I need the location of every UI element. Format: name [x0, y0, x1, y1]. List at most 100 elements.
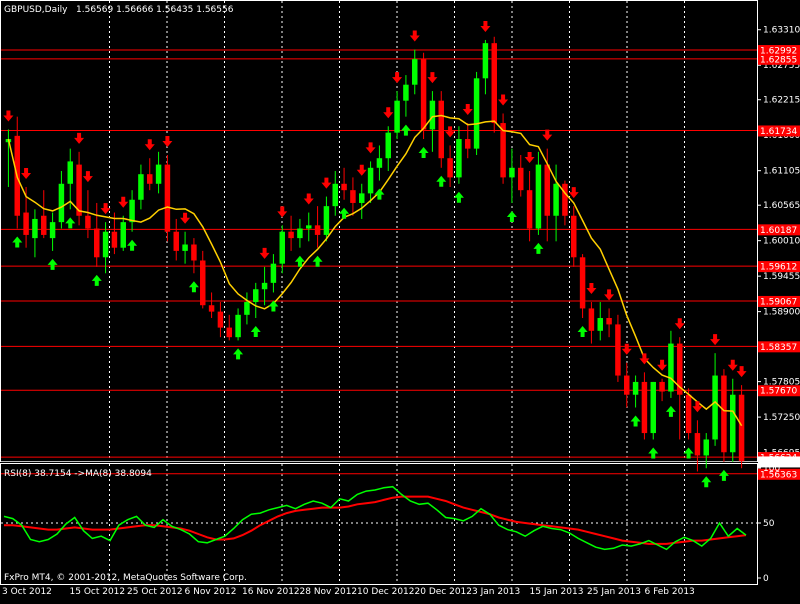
- candle-body: [270, 263, 277, 283]
- candle-body: [306, 225, 312, 229]
- level-label: 1.62855: [760, 55, 797, 65]
- candle-body: [58, 183, 65, 223]
- candle-body: [579, 257, 586, 309]
- time-tick-label: 3 Jan 2013: [472, 587, 520, 597]
- candle-body: [632, 381, 639, 395]
- candle-body: [49, 222, 56, 239]
- candle-body: [473, 78, 480, 149]
- candle-body: [41, 215, 47, 235]
- chart-ohlc: 1.56569 1.56666 1.56435 1.56556: [76, 5, 234, 15]
- rsi-tick-label: 50: [763, 519, 775, 529]
- level-label: 1.61734: [760, 127, 797, 137]
- level-label: 1.60187: [760, 226, 797, 236]
- time-tick-label: 28 Nov 2012: [300, 587, 358, 597]
- candle-body: [615, 324, 621, 376]
- candle-body: [438, 100, 444, 159]
- candle-body: [67, 161, 73, 184]
- candle-body: [668, 343, 674, 392]
- chart-background: [0, 0, 800, 600]
- candle-body: [526, 190, 533, 229]
- level-label: 1.58357: [760, 343, 797, 353]
- candle-body: [261, 282, 268, 290]
- candle-body: [226, 327, 232, 338]
- candle-body: [323, 206, 330, 235]
- candle-body: [32, 218, 38, 239]
- candle-body: [94, 228, 100, 258]
- candle-body: [553, 183, 559, 216]
- candle-body: [588, 308, 595, 331]
- chart-symbol: GBPUSD,Daily: [4, 5, 68, 15]
- price-tick-label: 1.58900: [763, 308, 800, 318]
- candle-body: [23, 212, 29, 235]
- level-label: 1.59067: [760, 297, 797, 307]
- rsi-tick-label: 100: [763, 464, 780, 474]
- candle-body: [129, 199, 135, 223]
- candle-body: [208, 305, 215, 312]
- price-tick-label: 1.63310: [763, 26, 800, 36]
- candle-body: [350, 190, 356, 203]
- time-tick-label: 20 Dec 2012: [415, 587, 473, 597]
- candle-body: [738, 394, 745, 462]
- candle-body: [200, 260, 206, 306]
- candle-body: [535, 164, 542, 229]
- candle-body: [518, 167, 524, 191]
- candle-body: [482, 43, 489, 79]
- candle-body: [367, 167, 374, 194]
- candle-body: [359, 193, 365, 203]
- time-tick-label: 10 Dec 2012: [357, 587, 415, 597]
- price-tick-label: 1.62215: [763, 96, 800, 106]
- candle-body: [694, 433, 701, 456]
- candle-body: [120, 222, 126, 248]
- candle-body: [217, 311, 224, 328]
- candle-body: [341, 183, 347, 191]
- level-label: 1.57670: [760, 387, 797, 397]
- candle-body: [332, 183, 338, 207]
- candle-body: [102, 231, 109, 258]
- candle-body: [624, 375, 630, 395]
- candle-body: [235, 314, 241, 338]
- candle-body: [279, 231, 285, 264]
- candle-body: [685, 394, 692, 434]
- chart-window: 1.633101.627551.622151.616601.611051.605…: [0, 0, 800, 600]
- candle-body: [182, 244, 188, 251]
- candle-body: [314, 225, 321, 235]
- price-tick-label: 1.59455: [763, 272, 800, 282]
- candle-body: [730, 394, 736, 453]
- candle-body: [571, 215, 577, 258]
- candle-body: [253, 289, 259, 303]
- rsi-title: RSI(8) 38.7154 ->MA(8) 38.8094: [4, 469, 152, 479]
- time-tick-label: 16 Nov 2012: [242, 587, 300, 597]
- candle-body: [703, 439, 709, 456]
- candle-body: [403, 84, 409, 101]
- time-tick-label: 15 Jan 2013: [530, 587, 584, 597]
- candle-body: [111, 231, 118, 248]
- candle-body: [138, 174, 144, 200]
- candle-body: [509, 167, 515, 178]
- candle-body: [191, 244, 197, 261]
- candle-body: [659, 381, 665, 392]
- candle-body: [85, 215, 91, 229]
- candle-body: [712, 375, 718, 440]
- candle-body: [394, 100, 400, 133]
- candle-body: [429, 100, 436, 130]
- candle-body: [288, 231, 294, 239]
- level-label: 1.59612: [760, 263, 797, 273]
- candle-body: [173, 231, 179, 251]
- candle-body: [244, 302, 250, 315]
- price-tick-label: 1.60010: [763, 237, 800, 247]
- candle-body: [447, 158, 453, 178]
- candle-body: [385, 132, 391, 159]
- candle-body: [721, 375, 727, 453]
- candle-body: [641, 381, 648, 434]
- candle-body: [164, 164, 171, 232]
- chart-svg: 1.633101.627551.622151.616601.611051.605…: [0, 0, 800, 600]
- candle-body: [650, 381, 656, 434]
- time-tick-label: 6 Nov 2012: [185, 587, 237, 597]
- candle-body: [420, 59, 427, 130]
- time-tick-label: 25 Oct 2012: [127, 587, 183, 597]
- candle-body: [456, 139, 462, 178]
- candle-body: [412, 59, 418, 85]
- candle-body: [606, 318, 612, 325]
- candle-body: [376, 158, 383, 168]
- candle-body: [297, 228, 303, 239]
